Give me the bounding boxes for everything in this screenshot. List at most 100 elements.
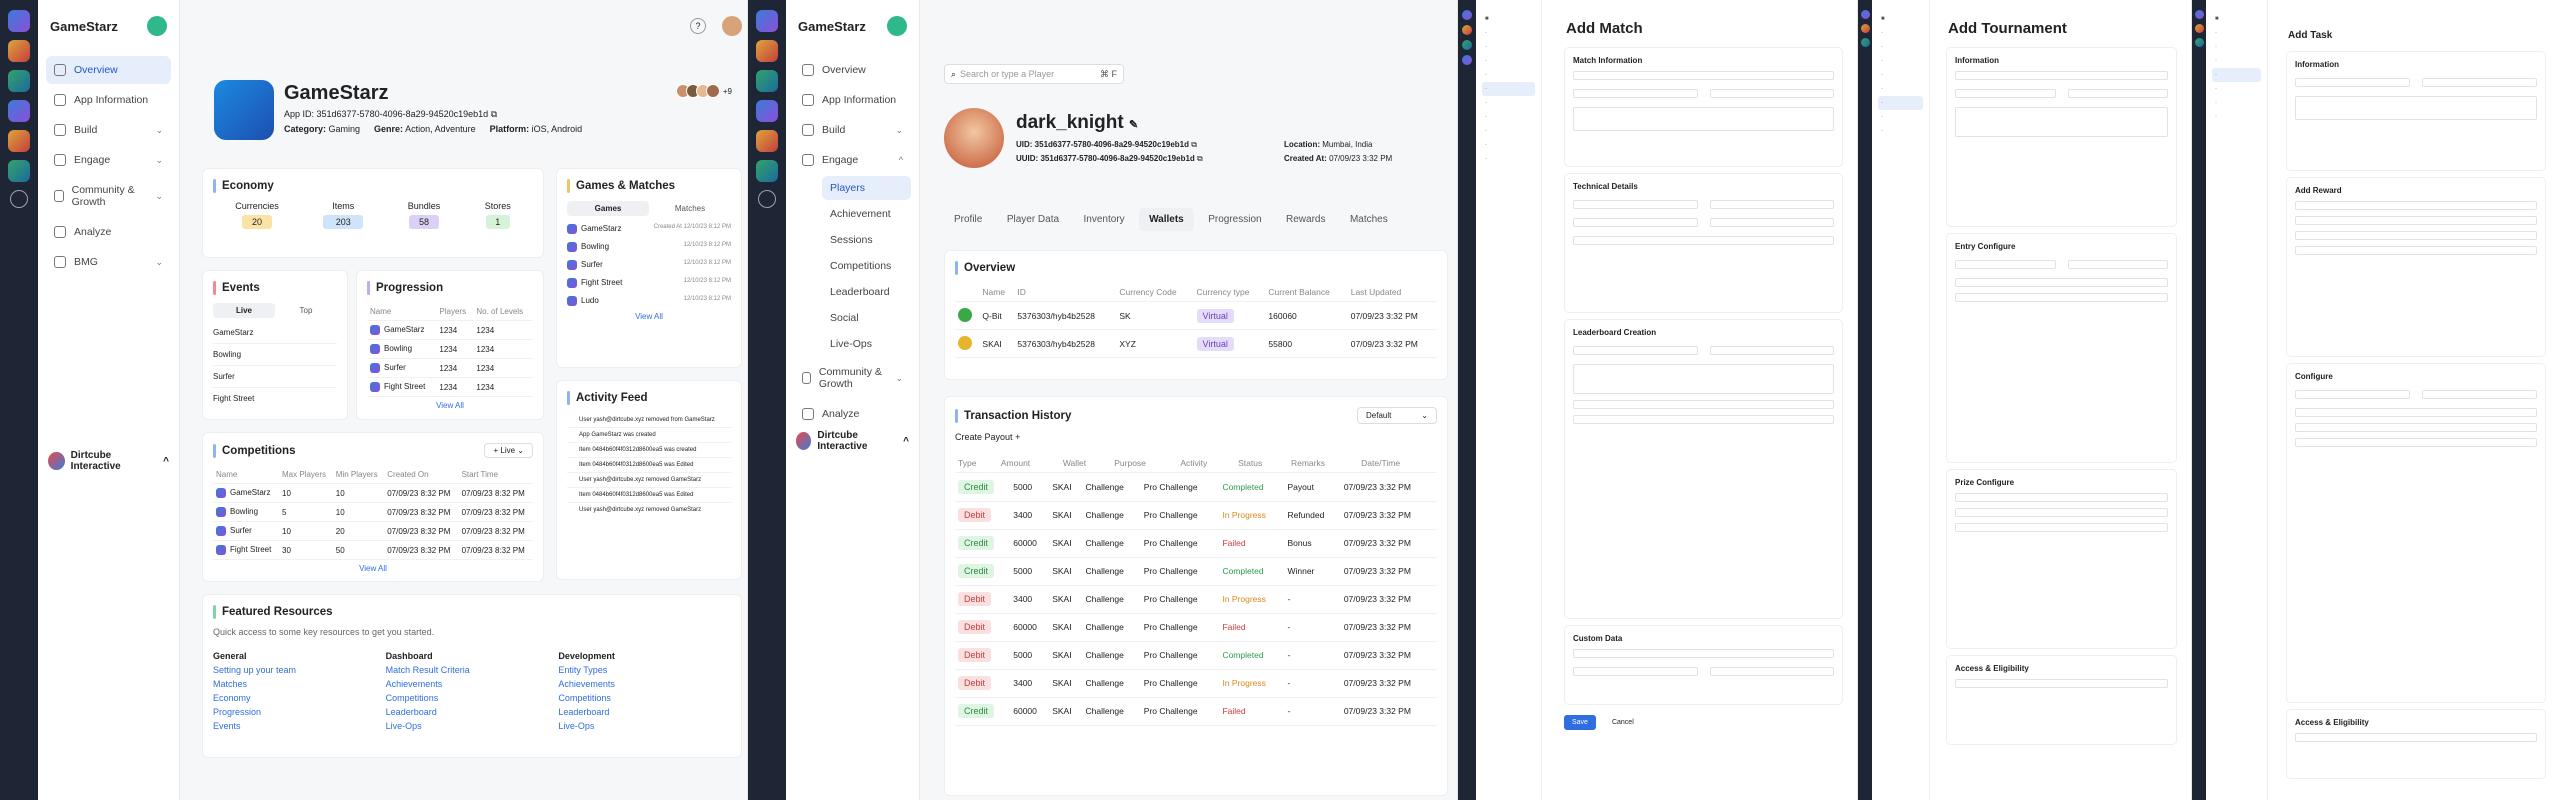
nav-build[interactable]: Build ⌄ bbox=[46, 116, 171, 144]
tab-live[interactable]: Live bbox=[213, 303, 275, 318]
copy-icon[interactable]: ⧉ bbox=[491, 109, 497, 119]
form-field[interactable] bbox=[1573, 71, 1834, 80]
list-item[interactable]: Bowling 12/10/23 8:12 PM bbox=[567, 238, 731, 256]
economy-bundles[interactable]: Bundles 58 bbox=[408, 201, 440, 229]
resource-link[interactable]: Competitions bbox=[558, 691, 731, 705]
table-row[interactable]: Credit 5000 SKAI Challenge Pro Challenge Comp… bbox=[955, 473, 1437, 502]
tab-games[interactable]: Games bbox=[567, 201, 649, 216]
form-field[interactable] bbox=[2295, 438, 2537, 447]
form-field[interactable] bbox=[1955, 278, 2168, 287]
nav-sessions[interactable]: Sessions bbox=[822, 228, 911, 252]
table-row[interactable]: Surfer 10 20 07/09/23 8:32 PM 07/09/23 8:32 … bbox=[213, 521, 533, 541]
nav-app-info[interactable]: App Information bbox=[794, 86, 911, 114]
form-field[interactable] bbox=[2067, 89, 2168, 98]
resource-link[interactable]: Progression bbox=[213, 705, 386, 719]
app-rail-icon[interactable] bbox=[8, 70, 30, 92]
form-field[interactable] bbox=[2295, 390, 2410, 399]
form-field[interactable] bbox=[2067, 260, 2168, 269]
team-avatars[interactable]: +9 bbox=[675, 84, 732, 98]
nav-social[interactable]: Social bbox=[822, 306, 911, 330]
form-field[interactable] bbox=[1573, 236, 1834, 245]
form-field[interactable] bbox=[1955, 71, 2168, 80]
resource-link[interactable]: Achievements bbox=[386, 677, 559, 691]
table-row[interactable]: Debit 3400 SKAI Challenge Pro Challenge In Pr… bbox=[955, 669, 1437, 698]
list-item[interactable]: Fight Street bbox=[213, 388, 337, 409]
nav-players[interactable]: Players bbox=[822, 176, 911, 200]
nav-achievement[interactable]: Achievement bbox=[822, 202, 911, 226]
resource-link[interactable]: Matches bbox=[213, 677, 386, 691]
form-field[interactable] bbox=[1955, 293, 2168, 302]
app-rail-icon[interactable] bbox=[756, 130, 778, 152]
form-field[interactable] bbox=[2295, 96, 2537, 120]
form-field[interactable] bbox=[1573, 649, 1834, 658]
table-row[interactable]: GameStarz 1234 1234 bbox=[367, 320, 533, 340]
competitions-view-all[interactable]: View All bbox=[213, 564, 533, 573]
games-view-all[interactable]: View All bbox=[567, 312, 731, 321]
resource-link[interactable]: Live-Ops bbox=[558, 719, 731, 733]
form-field[interactable] bbox=[1573, 200, 1698, 209]
history-filter[interactable]: Default ⌄ bbox=[1357, 407, 1437, 424]
form-field[interactable] bbox=[1709, 218, 1834, 227]
nav-analyze[interactable]: Analyze bbox=[794, 400, 911, 428]
table-row[interactable]: Bowling 1234 1234 bbox=[367, 339, 533, 359]
cancel-button[interactable]: Cancel bbox=[1604, 715, 1642, 730]
form-field[interactable] bbox=[1955, 493, 2168, 502]
form-field[interactable] bbox=[1709, 89, 1834, 98]
form-field[interactable] bbox=[2422, 390, 2537, 399]
org-switcher[interactable]: Dirtcube Interactive ^ bbox=[796, 430, 909, 452]
table-row[interactable]: Debit 60000 SKAI Challenge Pro Challenge Fail… bbox=[955, 613, 1437, 642]
copy-icon[interactable]: ⧉ bbox=[1191, 140, 1197, 149]
tab-progression[interactable]: Progression bbox=[1198, 208, 1271, 231]
table-row[interactable]: Fight Street 30 50 07/09/23 8:32 PM 07/09/23… bbox=[213, 540, 533, 560]
form-field[interactable] bbox=[2295, 78, 2410, 87]
brand-logo-icon[interactable] bbox=[887, 16, 907, 36]
table-row[interactable]: Debit 5000 SKAI Challenge Pro Challenge Compl… bbox=[955, 641, 1437, 670]
table-row[interactable]: GameStarz 10 10 07/09/23 8:32 PM 07/09/23 8:… bbox=[213, 483, 533, 503]
resource-link[interactable]: Competitions bbox=[386, 691, 559, 705]
economy-items[interactable]: Items 203 bbox=[323, 201, 364, 229]
copy-icon[interactable]: ⧉ bbox=[1197, 154, 1203, 163]
nav-live-ops[interactable]: Live-Ops bbox=[822, 332, 911, 356]
form-field[interactable] bbox=[1955, 508, 2168, 517]
search-input[interactable]: ⌕ Search or type a Player ⌘ F bbox=[944, 64, 1124, 84]
nav-tasks[interactable]: · bbox=[2212, 68, 2261, 82]
org-switcher[interactable]: Dirtcube Interactive ^ bbox=[48, 450, 169, 472]
table-row[interactable]: Debit 3400 SKAI Challenge Pro Challenge In Pr… bbox=[955, 501, 1437, 530]
resource-link[interactable]: Live-Ops bbox=[386, 719, 559, 733]
tab-profile[interactable]: Profile bbox=[944, 208, 992, 231]
table-row[interactable]: SKAI 5376303/hyb4b2528 XYZ Virtual 55800 07/0… bbox=[955, 329, 1437, 358]
app-rail-icon[interactable] bbox=[8, 100, 30, 122]
form-field[interactable] bbox=[2295, 216, 2537, 225]
create-payout-button[interactable]: Create Payout + bbox=[955, 432, 1437, 442]
resource-link[interactable]: Leaderboard bbox=[558, 705, 731, 719]
tab-player-data[interactable]: Player Data bbox=[997, 208, 1069, 231]
form-field[interactable] bbox=[2295, 423, 2537, 432]
form-field[interactable] bbox=[1955, 89, 2056, 98]
form-field[interactable] bbox=[1709, 200, 1834, 209]
form-field[interactable] bbox=[1573, 346, 1698, 355]
list-item[interactable]: GameStarz Created At 12/10/23 8:12 PM bbox=[567, 220, 731, 238]
form-field[interactable] bbox=[1955, 107, 2168, 137]
nav-leaderboard[interactable]: Leaderboard bbox=[822, 280, 911, 304]
add-app-icon[interactable] bbox=[758, 190, 776, 208]
form-field[interactable] bbox=[1573, 400, 1834, 409]
app-rail-icon[interactable] bbox=[756, 100, 778, 122]
add-app-icon[interactable] bbox=[10, 190, 28, 208]
nav-overview[interactable]: Overview bbox=[46, 56, 171, 84]
resource-link[interactable]: Match Result Criteria bbox=[386, 663, 559, 677]
form-field[interactable] bbox=[1573, 667, 1698, 676]
tab-matches[interactable]: Matches bbox=[1340, 208, 1398, 231]
app-rail-icon[interactable] bbox=[756, 40, 778, 62]
competitions-filter[interactable]: + Live ⌄ bbox=[484, 443, 533, 458]
table-row[interactable]: Debit 3400 SKAI Challenge Pro Challenge In Pr… bbox=[955, 585, 1437, 614]
form-field[interactable] bbox=[2295, 733, 2537, 742]
table-row[interactable]: Credit 60000 SKAI Challenge Pro Challenge Fai… bbox=[955, 697, 1437, 726]
tab-matches[interactable]: Matches bbox=[649, 201, 731, 216]
form-field[interactable] bbox=[1709, 346, 1834, 355]
list-item[interactable]: Bowling bbox=[213, 344, 337, 366]
nav-competitions[interactable]: Competitions bbox=[822, 254, 911, 278]
tab-top[interactable]: Top bbox=[275, 303, 337, 318]
table-row[interactable]: Surfer 1234 1234 bbox=[367, 358, 533, 378]
list-item[interactable]: Ludo 12/10/23 8:12 PM bbox=[567, 292, 731, 310]
nav-analyze[interactable]: Analyze bbox=[46, 218, 171, 246]
